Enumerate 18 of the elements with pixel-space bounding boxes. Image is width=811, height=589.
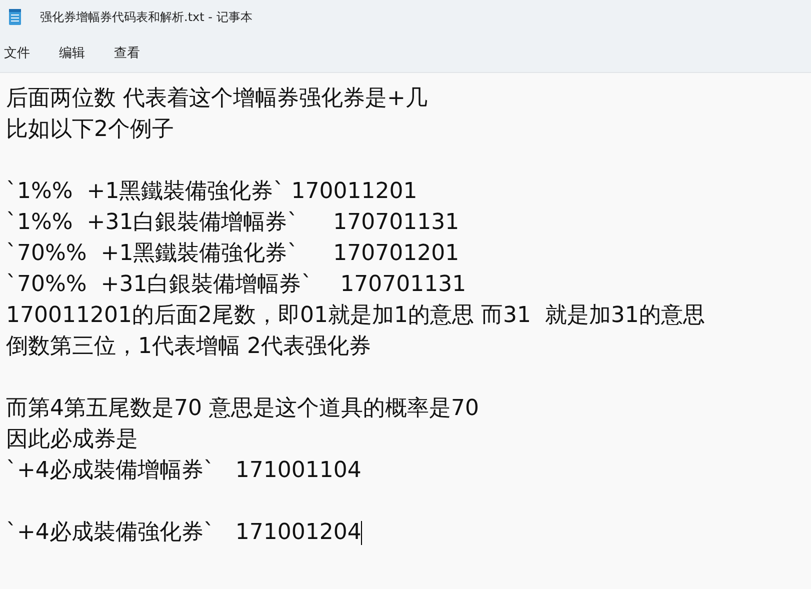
text-line: 因此必成券是 xyxy=(6,426,138,454)
text-line: `70%% +1黑鐵裝備強化券` 170701201 xyxy=(6,240,460,268)
text-cursor xyxy=(361,520,362,544)
text-line: `70%% +31白銀裝備增幅券` 170701131 xyxy=(6,271,466,299)
menu-item[interactable]: 文件 xyxy=(4,40,30,66)
menu-item[interactable]: 编辑 xyxy=(59,40,85,66)
text-line: 而第4第五尾数是70 意思是这个道具的概率是70 xyxy=(6,395,479,423)
text-line: `+4必成裝備強化券` 171001204 xyxy=(6,519,362,547)
text-line: `1%% +1黑鐵裝備強化券` 170011201 xyxy=(6,178,418,206)
text-line: 倒数第三位，1代表增幅 2代表强化券 xyxy=(6,333,371,361)
notepad-icon xyxy=(8,8,22,26)
window-title: 强化券增幅券代码表和解析.txt - 记事本 xyxy=(40,8,252,26)
text-line: `+4必成裝備增幅券` 171001104 xyxy=(6,457,362,485)
text-line: 比如以下2个例子 xyxy=(6,116,174,144)
text-line: 170011201的后面2尾数，即01就是加1的意思 而31 就是加31的意思 xyxy=(6,302,705,330)
text-line: `1%% +31白銀裝備增幅券` 170701131 xyxy=(6,209,460,237)
text-line: 后面两位数 代表着这个增幅券强化券是+几 xyxy=(6,85,428,113)
menu-item[interactable]: 查看 xyxy=(114,40,140,66)
